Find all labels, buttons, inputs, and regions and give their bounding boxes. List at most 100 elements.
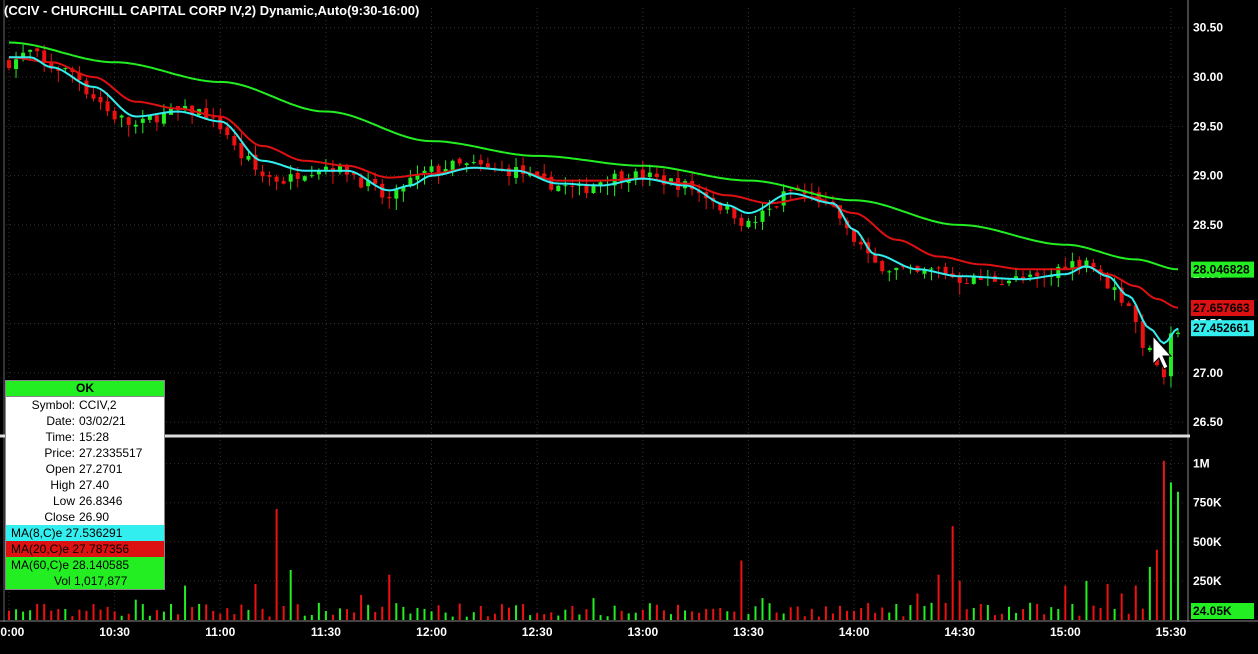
candle-body[interactable]	[161, 112, 166, 124]
candle-body[interactable]	[429, 166, 434, 172]
volume-tick-label: 250K	[1193, 574, 1222, 588]
candle-body[interactable]	[98, 96, 103, 103]
candle-body[interactable]	[887, 271, 892, 273]
candle-body[interactable]	[1035, 272, 1040, 277]
volume-tick-label: 750K	[1193, 496, 1222, 510]
candle-body[interactable]	[570, 185, 575, 187]
candle-body[interactable]	[260, 171, 265, 177]
candle-body[interactable]	[464, 163, 469, 166]
candle-body[interactable]	[394, 189, 399, 199]
candle-body[interactable]	[7, 60, 11, 69]
candle-body[interactable]	[457, 158, 462, 164]
candle-body[interactable]	[140, 118, 145, 123]
ma20-readout: MA(20,C)e 27.787356	[6, 541, 164, 557]
high-row: High 27.40	[6, 477, 164, 493]
price-tick-label: 29.50	[1193, 119, 1223, 133]
candle-body[interactable]	[232, 135, 237, 146]
price-tick-label: 28.50	[1193, 218, 1223, 232]
candle-body[interactable]	[760, 210, 765, 222]
candle-body[interactable]	[309, 175, 314, 177]
price-tick-label: 27.00	[1193, 366, 1223, 380]
candle-body[interactable]	[35, 48, 40, 52]
candle-body[interactable]	[774, 206, 779, 208]
candle-body[interactable]	[408, 177, 413, 186]
candle-body[interactable]	[647, 172, 652, 177]
candle-body[interactable]	[471, 162, 476, 164]
candle-body[interactable]	[880, 260, 885, 272]
candle-body[interactable]	[739, 217, 744, 226]
chart-title: (CCIV - CHURCHILL CAPITAL CORP IV,2) Dyn…	[4, 3, 419, 18]
candle-body[interactable]	[154, 115, 159, 123]
candle-body[interactable]	[274, 176, 279, 182]
time-tick-label: 13:30	[733, 625, 764, 639]
candle-body[interactable]	[1176, 332, 1180, 334]
ok-button[interactable]: OK	[6, 381, 164, 397]
candle-body[interactable]	[288, 174, 293, 182]
price-value: 27.2335517	[79, 446, 143, 460]
candle-body[interactable]	[1091, 262, 1096, 268]
candle-body[interactable]	[929, 268, 934, 270]
date-label: Date:	[46, 414, 75, 428]
time-tick-label: 14:00	[839, 625, 870, 639]
candle-body[interactable]	[1077, 259, 1082, 266]
candle-body[interactable]	[246, 156, 251, 160]
candle-body[interactable]	[295, 172, 300, 179]
candle-body[interactable]	[485, 163, 490, 168]
candle-body[interactable]	[1028, 274, 1033, 277]
candle-body[interactable]	[239, 143, 244, 159]
candle-body[interactable]	[105, 101, 110, 112]
close-label: Close	[44, 510, 75, 524]
candle-body[interactable]	[91, 94, 96, 99]
candle-body[interactable]	[359, 177, 364, 188]
candle-body[interactable]	[1006, 280, 1011, 284]
candle-body[interactable]	[133, 124, 138, 127]
candle-body[interactable]	[478, 159, 483, 165]
candle-body[interactable]	[746, 220, 751, 228]
close-row: Close 26.90	[6, 509, 164, 525]
candle-body[interactable]	[964, 283, 969, 285]
candle-body[interactable]	[42, 50, 47, 62]
candle-body[interactable]	[563, 185, 568, 187]
candle-body[interactable]	[859, 241, 864, 245]
candle-body[interactable]	[943, 266, 948, 274]
candle-body[interactable]	[302, 176, 307, 181]
candle-body[interactable]	[542, 173, 547, 177]
candle-body[interactable]	[767, 208, 772, 210]
candle-body[interactable]	[788, 189, 793, 191]
candle-body[interactable]	[323, 166, 328, 170]
candle-body[interactable]	[753, 221, 758, 223]
candle-body[interactable]	[640, 169, 645, 179]
candle-body[interactable]	[225, 127, 230, 136]
candle-body[interactable]	[1147, 347, 1152, 351]
price-tick-label: 29.00	[1193, 169, 1223, 183]
candle-body[interactable]	[28, 49, 33, 52]
price-tick-label: 30.50	[1193, 21, 1223, 35]
close-value: 26.90	[79, 510, 110, 524]
time-tick-label: 15:30	[1156, 625, 1187, 639]
price-tick-label: 30.00	[1193, 70, 1223, 84]
candle-body[interactable]	[126, 117, 131, 125]
candle-body[interactable]	[380, 183, 385, 198]
candle-body[interactable]	[999, 283, 1004, 285]
candle-body[interactable]	[894, 267, 899, 271]
candle-body[interactable]	[63, 68, 68, 70]
candle-body[interactable]	[119, 115, 124, 118]
candle-body[interactable]	[373, 178, 378, 184]
candle-body[interactable]	[1126, 303, 1131, 307]
candle-body[interactable]	[654, 173, 659, 178]
candle-body[interactable]	[211, 117, 216, 119]
candle-body[interactable]	[112, 110, 117, 120]
candle-body[interactable]	[281, 180, 286, 184]
candle-body[interactable]	[1112, 287, 1117, 290]
candlestick-chart[interactable]: 30.5030.0029.5029.0028.5028.0027.5027.00…	[0, 0, 1258, 654]
candle-body[interactable]	[936, 267, 941, 269]
candle-body[interactable]	[147, 115, 152, 120]
candle-body[interactable]	[14, 59, 19, 69]
candle-body[interactable]	[267, 174, 272, 177]
candle-body[interactable]	[218, 117, 223, 130]
candle-body[interactable]	[84, 80, 89, 95]
candle-body[interactable]	[387, 196, 392, 199]
candle-body[interactable]	[556, 185, 561, 192]
candle-body[interactable]	[1140, 320, 1145, 348]
candle-body[interactable]	[514, 167, 519, 178]
